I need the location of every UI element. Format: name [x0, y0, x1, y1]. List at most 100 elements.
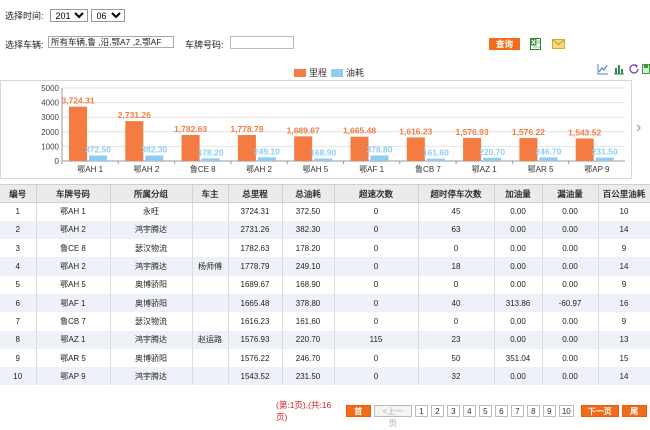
data-label-mileage: 1,689.67 [287, 125, 320, 135]
table-cell: 231.50 [282, 367, 335, 386]
x-tick-label: 鄂AH 2 [246, 165, 272, 174]
save-image-icon[interactable] [642, 63, 650, 75]
table-row[interactable]: 4 鄂AH 2 鸿宇腾达 杨师傅 1778.79 249.10 0 18 0.00 0.00 14 [0, 257, 650, 276]
table-cell: 鄂AF 1 [36, 293, 111, 313]
table-cell: 0.00 [542, 220, 599, 240]
table-cell [192, 312, 229, 331]
table-cell: 0.00 [494, 202, 543, 221]
table-cell [192, 367, 229, 386]
table-row[interactable]: 8 鄂AZ 1 鸿宇腾达 赵运路 1576.93 220.70 115 23 0.00 0.00 1… [0, 330, 650, 349]
table-cell [192, 275, 229, 294]
table-cell: 13 [598, 330, 650, 349]
column-header: 总里程 [228, 184, 283, 203]
table-cell: 115 [334, 330, 419, 349]
x-tick-label: 鲁CB 7 [415, 164, 441, 174]
x-tick-label: 鄂AH 1 [77, 165, 103, 174]
year-select[interactable]: 2015 [49, 9, 88, 22]
table-cell: 0 [334, 367, 419, 386]
data-label-mileage: 1,576.93 [456, 127, 489, 137]
table-cell: 1616.23 [228, 312, 283, 331]
table-cell: 18 [418, 257, 495, 276]
plate-label: 车牌号码: [185, 40, 224, 50]
page-info: (第:1页),(共:16页) [276, 400, 332, 422]
table-cell: 372.50 [282, 202, 335, 221]
data-label-mileage: 1,576.22 [512, 127, 545, 137]
table-cell: 16 [598, 293, 650, 313]
table-cell: 0.00 [494, 220, 543, 240]
table-cell: 1576.93 [228, 330, 283, 349]
column-header: 总油耗 [282, 184, 335, 203]
table-row[interactable]: 5 鄂AH 5 奥博骄阳 1689.67 168.90 0 0 0.00 0.00 9 [0, 275, 650, 294]
table-cell: 10 [0, 367, 37, 386]
prev-page-button[interactable]: <上一页 [374, 405, 412, 428]
last-page-button[interactable]: 尾页 [621, 405, 647, 428]
table-row[interactable]: 10 鄂AP 9 鸿宇腾达 1543.52 231.50 0 32 0.00 0.00 14 [0, 367, 650, 386]
table-cell: 0.00 [494, 330, 543, 349]
data-label-mileage: 2,731.26 [118, 110, 151, 120]
page-number-button[interactable]: 9 [542, 405, 556, 417]
month-select[interactable]: 06月 [90, 9, 125, 22]
column-header: 超速次数 [334, 184, 419, 203]
excel-icon[interactable] [530, 38, 541, 50]
table-cell: 220.70 [282, 330, 335, 349]
page-number-button[interactable]: 4 [462, 405, 476, 417]
query-button[interactable]: 查询 [489, 38, 520, 50]
page-number-button[interactable]: 8 [526, 405, 540, 417]
page-number-button[interactable]: 6 [494, 405, 508, 417]
table-cell: 鸿宇腾达 [110, 220, 193, 240]
table-cell: 1 [0, 202, 37, 221]
table-cell: 168.90 [282, 275, 335, 294]
table-row[interactable]: 6 鄂AF 1 奥博骄阳 1665.48 378.80 0 40 313.86 -60.97 16 [0, 293, 650, 313]
table-cell: 奥博骄阳 [110, 293, 193, 313]
table-cell: 1665.48 [228, 293, 283, 313]
table-row[interactable]: 1 鄂AH 1 永旺 3724.31 372.50 0 45 0.00 0.00 10 [0, 202, 650, 221]
page-number-button[interactable]: 1 [414, 405, 428, 417]
table-cell: 3724.31 [228, 202, 283, 221]
table-cell: 14 [598, 220, 650, 240]
column-header: 漏油量 [542, 184, 599, 203]
mail-icon[interactable] [552, 39, 565, 49]
table-row[interactable]: 2 鄂AH 2 鸿宇腾达 2731.26 382.30 0 63 0.00 0.00 14 [0, 220, 650, 240]
data-label-mileage: 3,724.31 [61, 96, 94, 106]
table-cell: 0.00 [542, 239, 599, 258]
page-number-button[interactable]: 3 [446, 405, 460, 417]
plate-input[interactable] [230, 36, 294, 49]
data-label-fuel: 378.80 [367, 144, 393, 154]
x-tick-label: 鄂AR 5 [528, 165, 554, 174]
table-cell: 0.00 [542, 275, 599, 294]
table-cell: 2731.26 [228, 220, 283, 240]
bar-fuel [145, 155, 164, 161]
first-page-button[interactable]: 首页 [345, 405, 372, 428]
table-cell: 1576.22 [228, 348, 283, 368]
data-label-mileage: 1,616.23 [399, 126, 432, 136]
table-row[interactable]: 7 鲁CB 7 瑟汉物流 1616.23 161.60 0 0 0.00 0.00 9 [0, 312, 650, 331]
mileage-fuel-chart: 里程 油耗 5000 4000 3000 2000 1000 0 3,724.31 372.50 鄂… [41, 67, 625, 174]
legend-swatch-mileage [294, 69, 306, 77]
table-cell: 鄂AH 2 [36, 220, 111, 240]
data-label-fuel: 372.50 [85, 145, 111, 155]
data-label-fuel: 231.50 [592, 147, 618, 157]
table-row[interactable]: 3 鲁CE 8 瑟汉物流 1782.63 178.20 0 0 0.00 0.00 9 [0, 239, 650, 258]
chevron-right-icon[interactable]: › [636, 119, 641, 137]
table-cell: 0 [334, 220, 419, 240]
stats-table: 编号 车牌号码 所属分组 车主 总里程 总油耗 超速次数 超时停车次数 加油量 漏油量 百公里油耗 … [0, 184, 650, 386]
table-cell: 8 [0, 330, 37, 349]
y-tick-label: 1000 [41, 142, 59, 151]
column-header: 所属分组 [110, 184, 193, 203]
table-cell: 赵运路 [192, 330, 229, 349]
table-cell [192, 202, 229, 221]
page-number-button[interactable]: 7 [510, 405, 524, 417]
table-cell: 14 [598, 257, 650, 276]
page-number-button[interactable]: 10 [558, 405, 574, 417]
page-number-button[interactable]: 2 [430, 405, 444, 417]
bar-fuel [539, 157, 558, 161]
page-number-button[interactable]: 5 [478, 405, 492, 417]
table-row[interactable]: 9 鄂AR 5 奥博骄阳 1576.22 246.70 0 50 351.04 0.00 15 [0, 348, 650, 368]
table-cell: 0 [334, 239, 419, 258]
column-header: 加油量 [494, 184, 543, 203]
vehicle-select-field[interactable]: 所有车辆,鲁 ,沿,鄂A7 ,2,鄂AF [48, 36, 174, 48]
data-label-fuel: 382.30 [141, 144, 167, 154]
legend-label: 油耗 [346, 67, 364, 78]
bar-mileage [125, 121, 144, 161]
next-page-button[interactable]: 下一页> [580, 405, 619, 428]
